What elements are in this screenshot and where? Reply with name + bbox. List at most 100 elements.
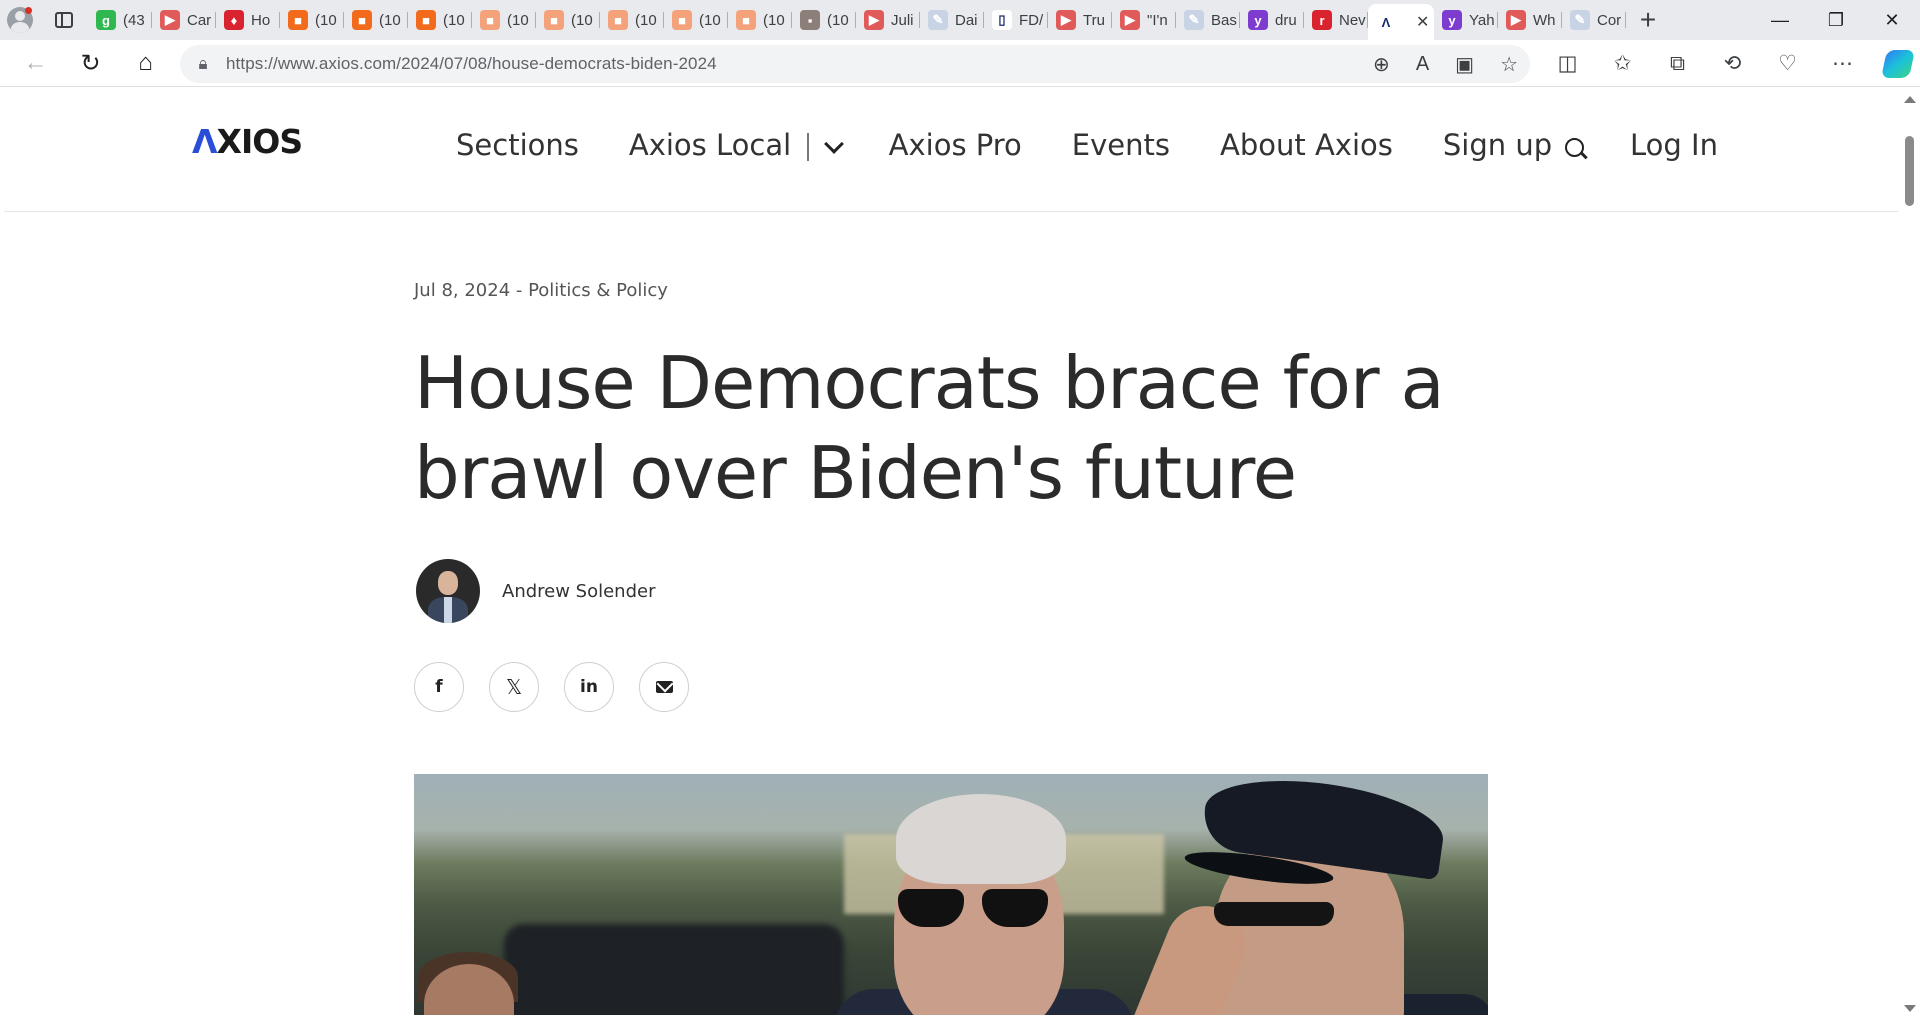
main-nav: Sections Axios Local Axios Pro Events Ab… [456, 128, 1602, 162]
nav-about[interactable]: About Axios [1220, 128, 1393, 162]
scroll-down-arrow-icon[interactable] [1904, 1005, 1916, 1012]
home-button[interactable]: ⌂ [118, 43, 173, 83]
browser-essentials-button[interactable]: ♡ [1760, 44, 1815, 84]
tab[interactable]: ■ (10 [600, 0, 664, 40]
tab-favicon-icon: ▯ [992, 10, 1012, 30]
tab[interactable]: ■ (10 [472, 0, 536, 40]
tab[interactable]: ▶ Tru [1048, 0, 1112, 40]
nav-events[interactable]: Events [1072, 128, 1170, 162]
scroll-thumb[interactable] [1905, 136, 1914, 206]
chevron-down-icon[interactable] [823, 134, 844, 154]
hero-background-vehicle [504, 924, 844, 1015]
share-email-button[interactable] [639, 662, 689, 712]
tab-favicon-icon: ■ [288, 10, 308, 30]
back-arrow-icon: ← [23, 49, 48, 76]
tab[interactable]: ▶ Wh [1498, 0, 1562, 40]
tab[interactable]: ■ (10 [344, 0, 408, 40]
nav-sections[interactable]: Sections [456, 128, 579, 162]
url-host: https://www.axios.com [226, 54, 397, 73]
tab[interactable]: ▶ Juli [856, 0, 920, 40]
tab-title: (10 [763, 11, 785, 29]
tab[interactable]: ▶ "I'n [1112, 0, 1176, 40]
avatar-face [438, 571, 458, 595]
minimize-button[interactable]: — [1752, 0, 1808, 40]
tab-favicon-icon: y [1442, 10, 1462, 30]
profile-button[interactable] [0, 0, 40, 40]
tab-title: (10 [635, 11, 657, 29]
tab-favicon-icon: ■ [544, 10, 564, 30]
nav-divider [807, 133, 809, 161]
facebook-icon: f [435, 677, 443, 697]
share-x-button[interactable]: 𝕏 [489, 662, 539, 712]
close-window-button[interactable]: ✕ [1864, 0, 1920, 40]
tab-active[interactable]: Λ ✕ [1368, 4, 1434, 40]
history-button[interactable]: ⟲ [1705, 44, 1760, 84]
tab[interactable]: y dru [1240, 0, 1304, 40]
url-text[interactable]: https://www.axios.com/2024/07/08/house-d… [226, 54, 717, 74]
tab[interactable]: ✎ Bas [1176, 0, 1240, 40]
tab[interactable]: ✎ Cor [1562, 0, 1626, 40]
tab-title: (10 [315, 11, 337, 29]
read-aloud-icon[interactable]: A [1416, 53, 1429, 76]
tab-close-icon[interactable]: ✕ [1416, 12, 1429, 32]
split-screen-button[interactable]: ◫ [1540, 44, 1595, 84]
tab[interactable]: ♦ Ho [216, 0, 280, 40]
tab-actions-button[interactable] [40, 0, 88, 40]
tab-list: g (43 ▶ Car ♦ Ho ■ (10 ■ (10 ■ (10 ■ (10 ■ (10 ■ (10 ■ (10 ■… [88, 0, 1626, 40]
page-scrollbar[interactable] [1898, 88, 1920, 1020]
tab[interactable]: g (43 [88, 0, 152, 40]
favorite-star-icon[interactable]: ☆ [1500, 52, 1518, 77]
tab-favicon-icon: ■ [416, 10, 436, 30]
tab-favicon-icon: ■ [736, 10, 756, 30]
share-linkedin-button[interactable]: in [564, 662, 614, 712]
tab-title: (10 [507, 11, 529, 29]
toolbar-right: ◫ ✩ ⧉ ⟲ ♡ ⋯ [1540, 40, 1920, 87]
email-icon [655, 681, 673, 693]
login-link[interactable]: Log In [1630, 128, 1718, 162]
copilot-icon [1880, 49, 1915, 78]
favorites-button[interactable]: ✩ [1595, 44, 1650, 84]
tab[interactable]: ▯ FD/ [984, 0, 1048, 40]
tab[interactable]: ■ (10 [280, 0, 344, 40]
tab-actions-icon [55, 12, 73, 28]
new-tab-button[interactable]: + [1626, 0, 1670, 40]
more-dots-icon: ⋯ [1832, 52, 1853, 75]
notification-dot [25, 7, 32, 14]
tab[interactable]: ▶ Car [152, 0, 216, 40]
site-header: ΛXIOS Sections Axios Local Axios Pro Eve… [4, 88, 1898, 212]
tab[interactable]: ▪ (10 [792, 0, 856, 40]
collections-button[interactable]: ⧉ [1650, 44, 1705, 84]
nav-axios-pro[interactable]: Axios Pro [889, 128, 1022, 162]
share-facebook-button[interactable]: f [414, 662, 464, 712]
tab-title: FD/ [1019, 11, 1044, 29]
search-icon[interactable] [1565, 138, 1587, 160]
restore-button[interactable]: ❐ [1808, 0, 1864, 40]
tab[interactable]: ■ (10 [728, 0, 792, 40]
address-bar[interactable]: 🔒︎ https://www.axios.com/2024/07/08/hous… [180, 45, 1530, 83]
axios-logo[interactable]: ΛXIOS [192, 122, 303, 161]
tab[interactable]: ■ (10 [536, 0, 600, 40]
nav-axios-local[interactable]: Axios Local [628, 128, 844, 162]
zoom-icon[interactable]: ⊕ [1373, 52, 1390, 77]
hero-sunglasses [898, 889, 1048, 929]
nav-axios-local-label: Axios Local [628, 128, 792, 162]
back-button[interactable]: ← [8, 43, 63, 83]
tab-favicon-icon: ▪ [800, 10, 820, 30]
tab-favicon-icon: ■ [480, 10, 500, 30]
author-avatar[interactable] [416, 559, 480, 623]
immersive-reader-icon[interactable]: ▣ [1455, 52, 1474, 77]
author-name[interactable]: Andrew Solender [502, 581, 656, 602]
nav-signup[interactable]: Sign up [1443, 128, 1552, 162]
tab[interactable]: ✎ Dai [920, 0, 984, 40]
scroll-up-arrow-icon[interactable] [1904, 96, 1916, 103]
more-button[interactable]: ⋯ [1815, 44, 1870, 84]
refresh-button[interactable]: ↻ [63, 43, 118, 83]
hero-hair [896, 794, 1066, 884]
tab[interactable]: r Nev [1304, 0, 1368, 40]
window-controls: — ❐ ✕ [1752, 0, 1920, 40]
copilot-button[interactable] [1870, 44, 1920, 84]
tab[interactable]: y Yah [1434, 0, 1498, 40]
tab[interactable]: ■ (10 [408, 0, 472, 40]
tab-favicon-icon: ■ [608, 10, 628, 30]
tab[interactable]: ■ (10 [664, 0, 728, 40]
